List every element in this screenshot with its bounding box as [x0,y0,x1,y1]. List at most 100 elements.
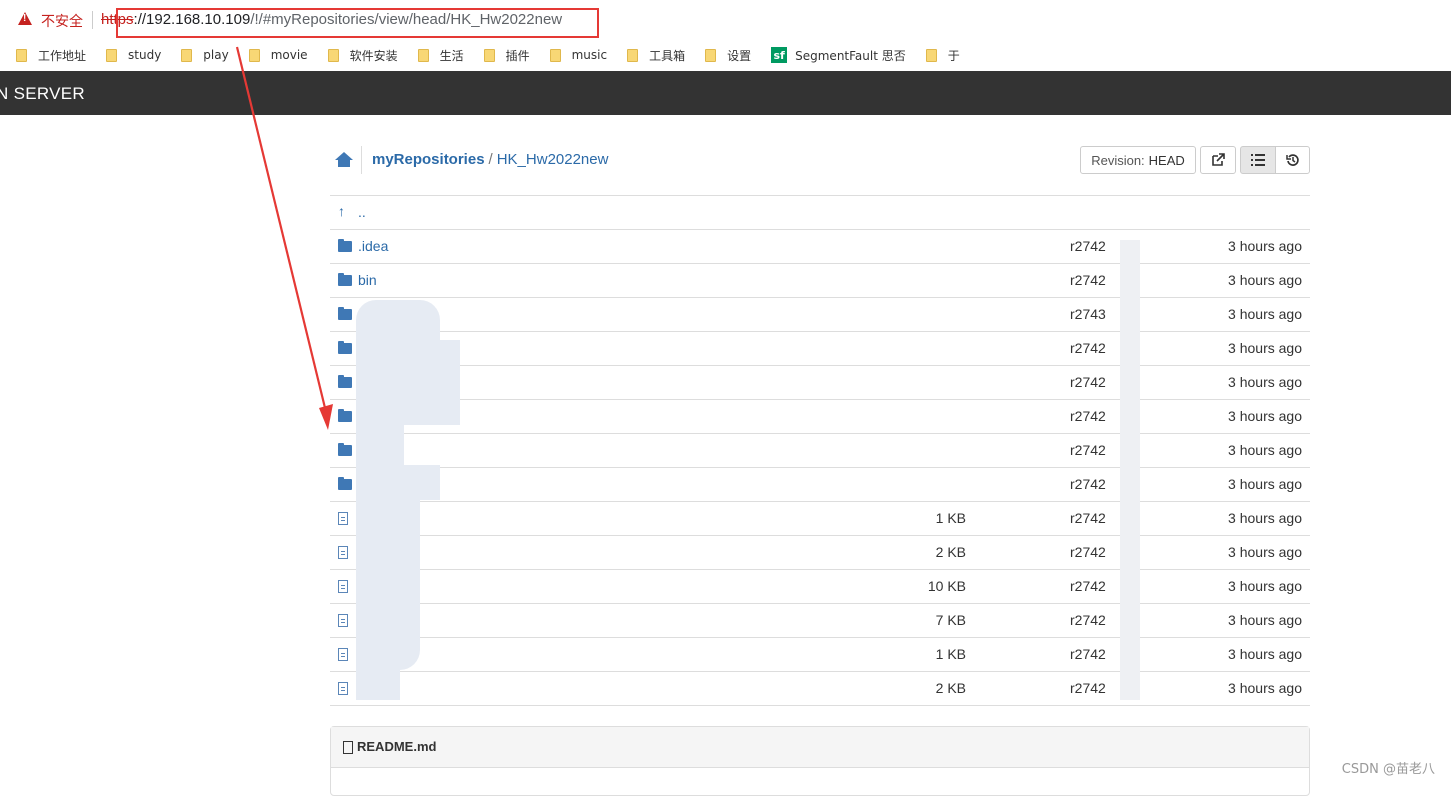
table-row-parent[interactable]: ↑ .. [330,195,1310,229]
bookmark-label: SegmentFault 思否 [795,48,906,63]
entry-modified-time: 3 hours ago [1228,442,1302,458]
entry-modified-time: 3 hours ago [1228,680,1302,696]
file-icon [338,580,348,593]
breadcrumb-repo-link[interactable]: myRepositories [372,151,485,168]
folder-icon [627,48,639,62]
entry-revision[interactable]: r2742 [1070,408,1106,424]
privacy-blur [356,300,440,340]
readme-panel: README.md [330,726,1310,796]
top-navbar: N SERVER [0,71,1451,115]
bookmark-item[interactable]: play [181,48,229,62]
entry-modified-time: 3 hours ago [1228,646,1302,662]
revision-value: HEAD [1148,152,1185,168]
entry-revision[interactable]: r2742 [1070,612,1106,628]
file-icon [338,648,348,661]
entry-size: 1 KB [935,510,966,526]
table-row[interactable]: r2742 3 hours ago [330,433,1310,467]
breadcrumb-separator: / [488,151,493,168]
bookmark-item[interactable]: movie [248,48,308,62]
table-row[interactable]: bin r2742 3 hours ago [330,263,1310,297]
brand-title[interactable]: N SERVER [0,84,85,104]
table-row[interactable]: .idea r2742 3 hours ago [330,229,1310,263]
folder-icon [106,48,118,62]
entry-revision[interactable]: r2742 [1070,680,1106,696]
entry-modified-time: 3 hours ago [1228,306,1302,322]
privacy-blur [1120,240,1140,700]
table-row[interactable]: p .l10 KBr27423 hours ago [330,569,1310,603]
folder-icon [327,48,339,62]
list-view-button[interactable] [1240,146,1276,174]
entry-revision[interactable]: r2742 [1070,340,1106,356]
bookmark-label: 于 [947,48,960,63]
warning-icon [18,12,32,25]
folder-icon [338,443,352,456]
privacy-blur [356,340,460,425]
file-icon [338,512,348,525]
bookmark-item[interactable]: 工具箱 [627,47,685,64]
entry-revision[interactable]: r2743 [1070,306,1106,322]
folder-icon [417,48,429,62]
table-row[interactable]: LICEN2 KBr27423 hours ago [330,535,1310,569]
table-row[interactable]: r2742 3 hours ago [330,365,1310,399]
bookmark-item[interactable]: 工作地址 [16,47,86,64]
folder-icon [338,409,352,422]
breadcrumb: myRepositories / HK_Hw2022new [372,151,608,168]
folder-icon [338,307,352,320]
bookmark-item[interactable]: music [549,48,607,62]
bookmark-item[interactable]: study [106,48,161,62]
security-label[interactable]: 不安全 [41,11,83,31]
entry-size: 10 KB [927,578,966,594]
entry-revision[interactable]: r2742 [1070,374,1106,390]
entry-modified-time: 3 hours ago [1228,510,1302,526]
address-divider [92,11,93,29]
entry-revision[interactable]: r2742 [1070,272,1106,288]
bookmark-item[interactable]: 插件 [483,47,530,64]
bookmark-label: play [203,48,229,62]
folder-icon [338,477,352,490]
breadcrumb-current[interactable]: HK_Hw2022new [497,151,609,168]
table-row[interactable]: r2742 3 hours ago [330,331,1310,365]
entry-size: 2 KB [935,544,966,560]
bookmark-item[interactable]: sf SegmentFault 思否 [771,47,906,64]
folder-icon [338,273,352,286]
entry-name-link[interactable]: .idea [358,238,388,254]
entry-revision[interactable]: r2742 [1070,238,1106,254]
breadcrumb-divider [361,146,362,174]
history-button[interactable] [1275,146,1310,174]
entry-revision[interactable]: r2742 [1070,476,1106,492]
entry-modified-time: 3 hours ago [1228,578,1302,594]
entry-name-link[interactable]: bin [358,272,377,288]
bookmark-label: movie [270,48,308,62]
entry-revision[interactable]: r2742 [1070,510,1106,526]
table-row[interactable]: r2742 3 hours ago [330,467,1310,501]
entry-revision[interactable]: r2742 [1070,646,1106,662]
table-row[interactable]: r1 KBr27423 hours ago [330,637,1310,671]
readme-title: README.md [357,739,437,754]
bookmark-item[interactable]: 设置 [705,47,751,64]
table-row[interactable]: r2742 3 hours ago [330,399,1310,433]
entry-revision[interactable]: r2742 [1070,578,1106,594]
table-row[interactable]: RE .d7 KBr27423 hours ago [330,603,1310,637]
entry-size: 1 KB [935,646,966,662]
table-row[interactable]: 1 KB r2742 3 hours ago [330,501,1310,535]
table-row[interactable]: r2743 3 hours ago [330,297,1310,331]
parent-dir-link[interactable]: .. [358,204,366,220]
bookmark-item[interactable]: 软件安装 [327,47,398,64]
revision-label: Revision: [1091,152,1145,168]
folder-icon [925,48,937,62]
entry-revision[interactable]: r2742 [1070,544,1106,560]
revision-button[interactable]: Revision: HEAD [1080,146,1196,174]
bookmark-item[interactable]: 于 [925,47,960,64]
bookmark-item[interactable]: 生活 [417,47,464,64]
entry-modified-time: 3 hours ago [1228,272,1302,288]
table-row[interactable]: ry2 KBr27423 hours ago [330,671,1310,706]
open-external-button[interactable] [1200,146,1236,174]
url-highlight-box [116,8,599,38]
bookmark-label: 软件安装 [349,48,398,63]
entry-revision[interactable]: r2742 [1070,442,1106,458]
folder-icon [549,48,561,62]
home-icon[interactable] [335,152,353,168]
file-icon [338,682,348,695]
entry-modified-time: 3 hours ago [1228,612,1302,628]
bookmark-label: 工具箱 [649,48,686,63]
